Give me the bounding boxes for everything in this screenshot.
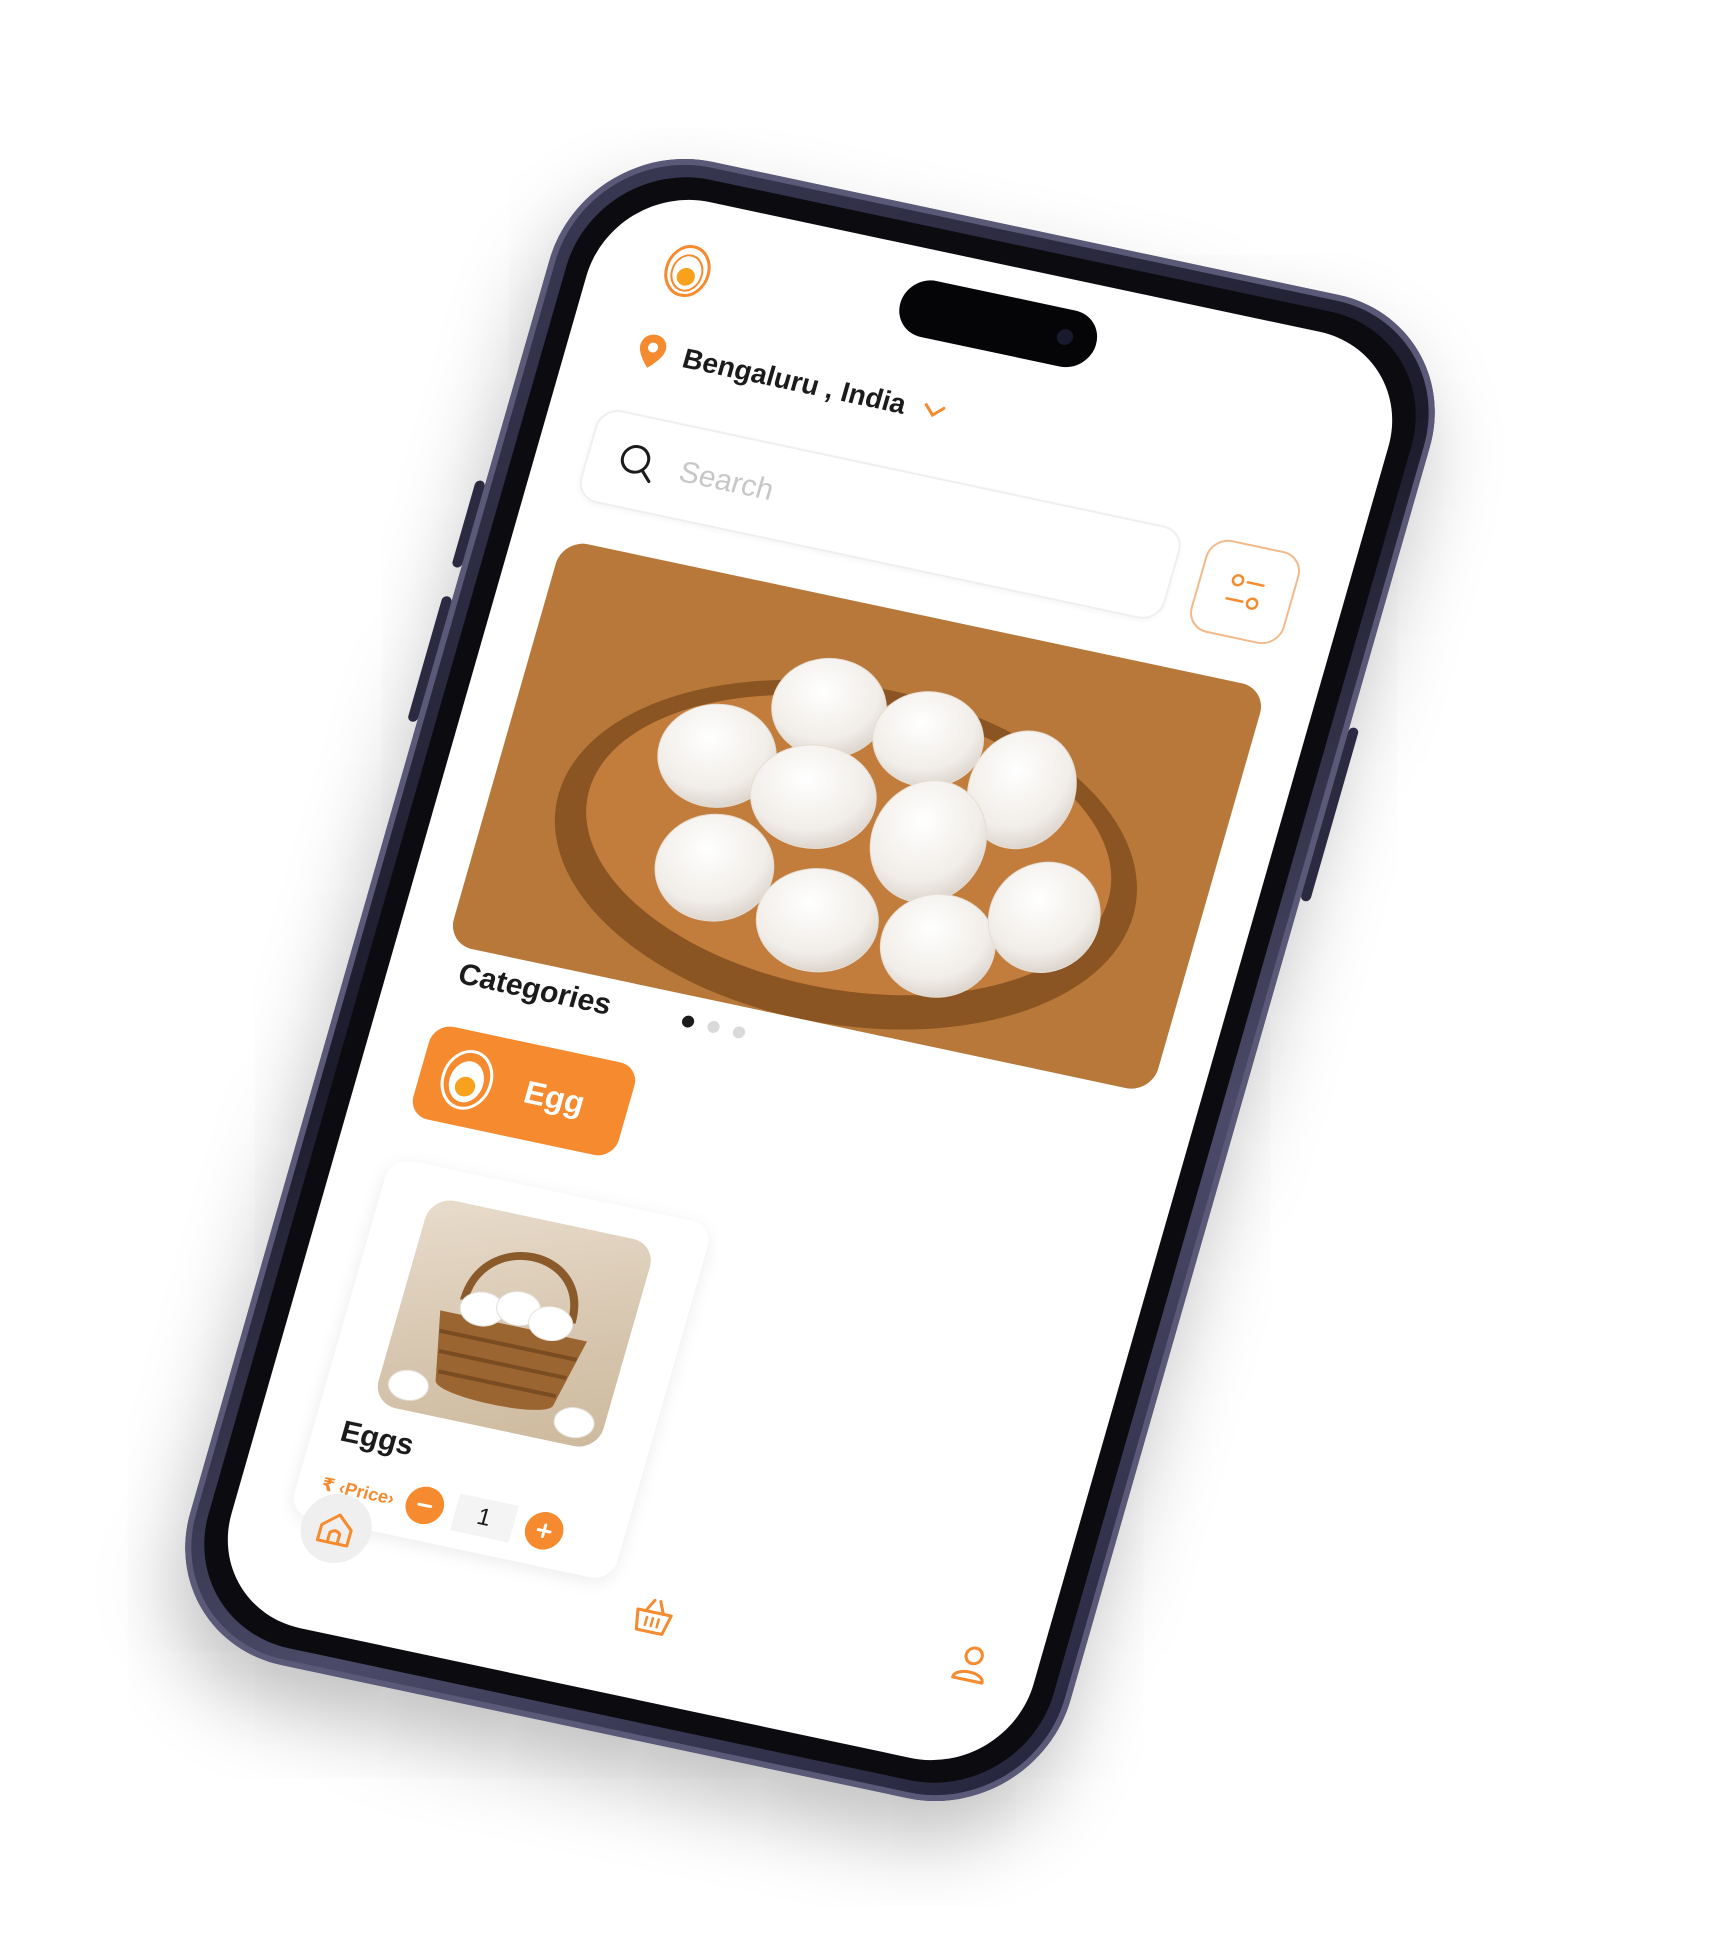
phone-side-button — [451, 479, 486, 569]
app-screen: Bengaluru , India Search Categories Egg … — [204, 181, 1416, 1779]
product-name: Eggs — [336, 1415, 418, 1463]
search-icon — [620, 445, 651, 484]
chevron-down-icon — [924, 403, 946, 418]
home-icon — [315, 1513, 353, 1548]
basket-icon — [634, 1598, 673, 1636]
tab-basket[interactable] — [610, 1575, 698, 1657]
location-selector[interactable]: Bengaluru , India — [633, 331, 949, 431]
egg-icon — [440, 1049, 494, 1110]
category-chip-egg[interactable]: Egg — [407, 1022, 640, 1160]
filter-button[interactable] — [1184, 535, 1306, 649]
carousel-dot[interactable] — [731, 1025, 747, 1040]
phone-frame: Bengaluru , India Search Categories Egg … — [154, 134, 1466, 1826]
carousel-dot[interactable] — [705, 1019, 722, 1034]
filter-icon — [1225, 574, 1265, 610]
location-pin-icon — [639, 334, 667, 368]
profile-icon — [951, 1646, 984, 1685]
mockup-stage: Bengaluru , India Search Categories Egg … — [0, 0, 1725, 1951]
search-input[interactable] — [672, 454, 1073, 572]
carousel-dot[interactable] — [680, 1014, 696, 1029]
category-chip-label: Egg — [520, 1073, 590, 1121]
tab-home[interactable] — [292, 1487, 381, 1570]
egg-basket-image — [387, 1252, 595, 1439]
location-label: Bengaluru , India — [679, 342, 910, 420]
product-image — [372, 1196, 657, 1452]
tab-profile[interactable] — [928, 1623, 1016, 1705]
dynamic-island — [892, 275, 1104, 373]
app-logo — [654, 235, 721, 304]
phone-bezel: Bengaluru , India Search Categories Egg … — [176, 155, 1444, 1805]
